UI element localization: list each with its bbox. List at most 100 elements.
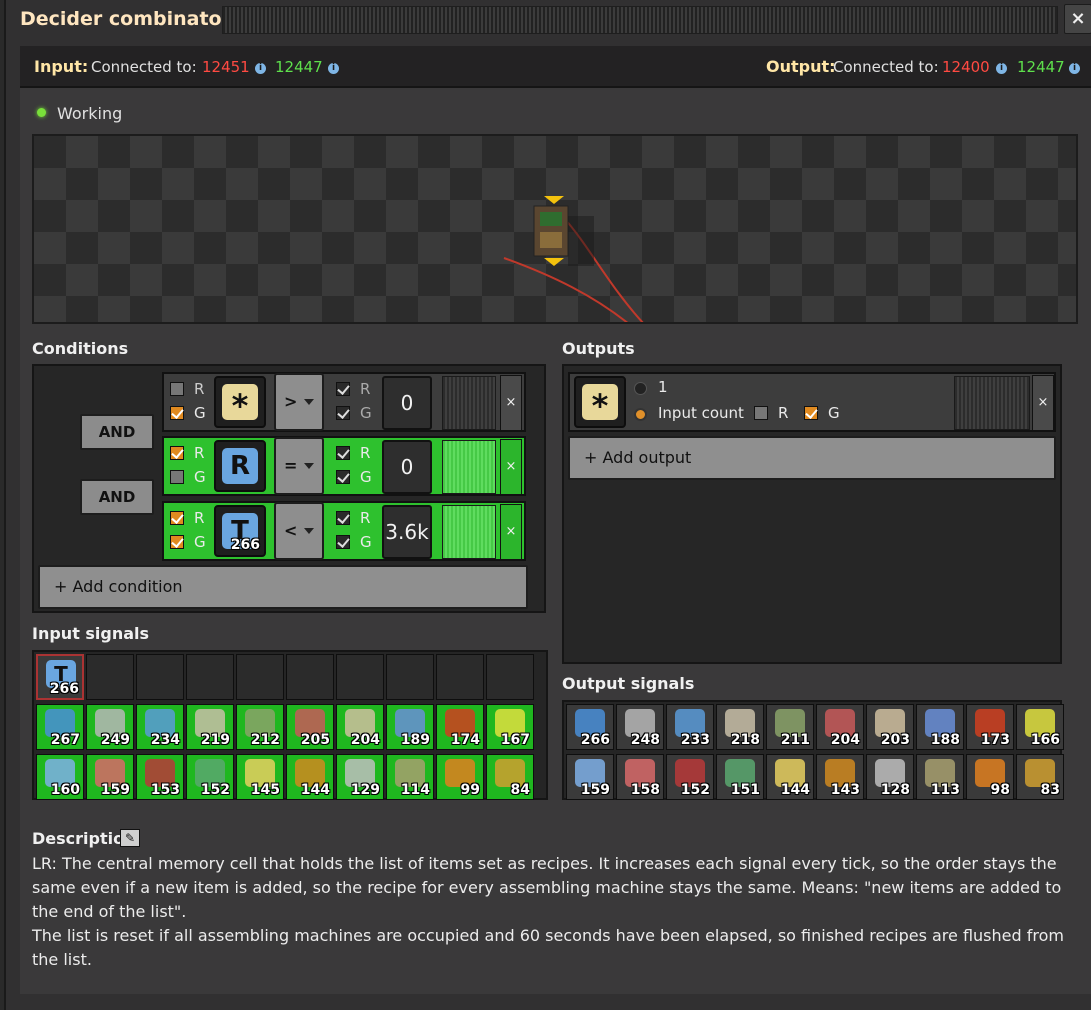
signal-slot[interactable]: 219 xyxy=(186,704,234,750)
and-button[interactable]: AND xyxy=(80,479,154,515)
signal-slot[interactable]: 249 xyxy=(86,704,134,750)
signal-slot[interactable]: 83 xyxy=(1016,754,1064,800)
output-red-checkbox[interactable] xyxy=(754,406,768,420)
input-green-network: 12447 xyxy=(275,58,323,76)
signal-slot[interactable]: 212 xyxy=(236,704,284,750)
remove-output-button[interactable]: × xyxy=(1032,375,1054,431)
signal-slot[interactable]: 151 xyxy=(716,754,764,800)
right-red-checkbox[interactable] xyxy=(336,511,350,525)
signal-slot[interactable]: 173 xyxy=(966,704,1014,750)
signal-slot[interactable]: 188 xyxy=(916,704,964,750)
constant-radio[interactable] xyxy=(634,382,647,395)
left-signal-selector[interactable]: R xyxy=(214,440,266,492)
right-signal-slot[interactable] xyxy=(442,376,496,430)
output-connected-label: Connected to: xyxy=(833,58,939,76)
comparator-dropdown[interactable]: = xyxy=(274,437,324,495)
right-red-checkbox[interactable] xyxy=(336,446,350,460)
remove-condition-button[interactable]: × xyxy=(500,375,522,431)
signal-slot[interactable]: 248 xyxy=(616,704,664,750)
signal-slot[interactable]: 98 xyxy=(966,754,1014,800)
signal-slot[interactable]: 129 xyxy=(336,754,384,800)
entity-preview[interactable] xyxy=(32,134,1078,325)
signal-slot[interactable]: 152 xyxy=(186,754,234,800)
output-signal-selector[interactable]: * xyxy=(574,376,626,428)
right-green-checkbox[interactable] xyxy=(336,535,350,549)
right-signal-slot[interactable] xyxy=(442,440,496,494)
signal-slot[interactable]: 144 xyxy=(286,754,334,800)
signal-slot[interactable]: 144 xyxy=(766,754,814,800)
output-row: * 1 Input count R G × xyxy=(568,372,1056,432)
info-icon[interactable]: i xyxy=(255,63,266,74)
signal-count: 266 xyxy=(49,681,79,697)
comparator-dropdown[interactable]: < xyxy=(274,502,324,560)
remove-condition-button[interactable]: × xyxy=(500,439,522,495)
signal-slot[interactable]: T 266 xyxy=(36,654,84,700)
signal-slot[interactable]: 167 xyxy=(486,704,534,750)
input-count-radio[interactable] xyxy=(634,408,647,421)
left-signal-selector[interactable]: T 266 xyxy=(214,505,266,557)
right-green-checkbox[interactable] xyxy=(336,470,350,484)
left-green-checkbox[interactable] xyxy=(170,470,184,484)
signal-slot[interactable]: 113 xyxy=(916,754,964,800)
left-signal-selector[interactable]: * xyxy=(214,376,266,428)
signal-slot[interactable]: 204 xyxy=(816,704,864,750)
signal-count: 233 xyxy=(680,732,710,748)
signal-slot[interactable]: 145 xyxy=(236,754,284,800)
g-label: G xyxy=(360,468,372,486)
left-red-checkbox[interactable] xyxy=(170,511,184,525)
r-label: R xyxy=(194,444,205,462)
window-title: Decider combinator xyxy=(20,8,231,30)
drag-handle[interactable] xyxy=(222,6,1058,34)
right-signal-slot[interactable] xyxy=(442,505,496,559)
signal-slot[interactable]: 160 xyxy=(36,754,84,800)
remove-condition-button[interactable]: × xyxy=(500,504,522,560)
title-bar[interactable]: Decider combinator × xyxy=(6,0,1091,42)
empty-signal-slot xyxy=(436,654,484,700)
left-green-checkbox[interactable] xyxy=(170,406,184,420)
left-red-checkbox[interactable] xyxy=(170,446,184,460)
signal-slot[interactable]: 153 xyxy=(136,754,184,800)
info-icon[interactable]: i xyxy=(328,63,339,74)
left-green-checkbox[interactable] xyxy=(170,535,184,549)
signal-slot[interactable]: 233 xyxy=(666,704,714,750)
signal-slot[interactable]: 218 xyxy=(716,704,764,750)
info-icon[interactable]: i xyxy=(1069,63,1080,74)
add-condition-button[interactable]: + Add condition xyxy=(38,565,528,609)
r-label: R xyxy=(194,509,205,527)
signal-count: 144 xyxy=(780,782,810,798)
signal-slot[interactable]: 159 xyxy=(86,754,134,800)
comparator-dropdown[interactable]: > xyxy=(274,373,324,431)
signal-slot[interactable]: 211 xyxy=(766,704,814,750)
signal-slot[interactable]: 128 xyxy=(866,754,914,800)
close-button[interactable]: × xyxy=(1064,4,1091,34)
constant-field[interactable]: 3.6k xyxy=(382,505,432,559)
signal-slot[interactable]: 166 xyxy=(1016,704,1064,750)
signal-slot[interactable]: 158 xyxy=(616,754,664,800)
signal-slot[interactable]: 205 xyxy=(286,704,334,750)
signal-slot[interactable]: 152 xyxy=(666,754,714,800)
right-green-checkbox[interactable] xyxy=(336,406,350,420)
output-value-slot[interactable] xyxy=(954,376,1030,430)
signal-slot[interactable]: 174 xyxy=(436,704,484,750)
info-icon[interactable]: i xyxy=(996,63,1007,74)
right-red-checkbox[interactable] xyxy=(336,382,350,396)
left-red-checkbox[interactable] xyxy=(170,382,184,396)
constant-field[interactable]: 0 xyxy=(382,440,432,494)
signal-slot[interactable]: 159 xyxy=(566,754,614,800)
signal-slot[interactable]: 267 xyxy=(36,704,84,750)
edit-description-button[interactable]: ✎ xyxy=(120,829,140,847)
add-output-button[interactable]: + Add output xyxy=(568,436,1056,480)
signal-slot[interactable]: 143 xyxy=(816,754,864,800)
and-button[interactable]: AND xyxy=(80,414,154,450)
signal-count: 166 xyxy=(1030,732,1060,748)
signal-slot[interactable]: 203 xyxy=(866,704,914,750)
signal-slot[interactable]: 189 xyxy=(386,704,434,750)
signal-slot[interactable]: 99 xyxy=(436,754,484,800)
signal-slot[interactable]: 266 xyxy=(566,704,614,750)
signal-slot[interactable]: 114 xyxy=(386,754,434,800)
signal-slot[interactable]: 204 xyxy=(336,704,384,750)
constant-field[interactable]: 0 xyxy=(382,376,432,430)
signal-slot[interactable]: 84 xyxy=(486,754,534,800)
signal-slot[interactable]: 234 xyxy=(136,704,184,750)
output-green-checkbox[interactable] xyxy=(804,406,818,420)
